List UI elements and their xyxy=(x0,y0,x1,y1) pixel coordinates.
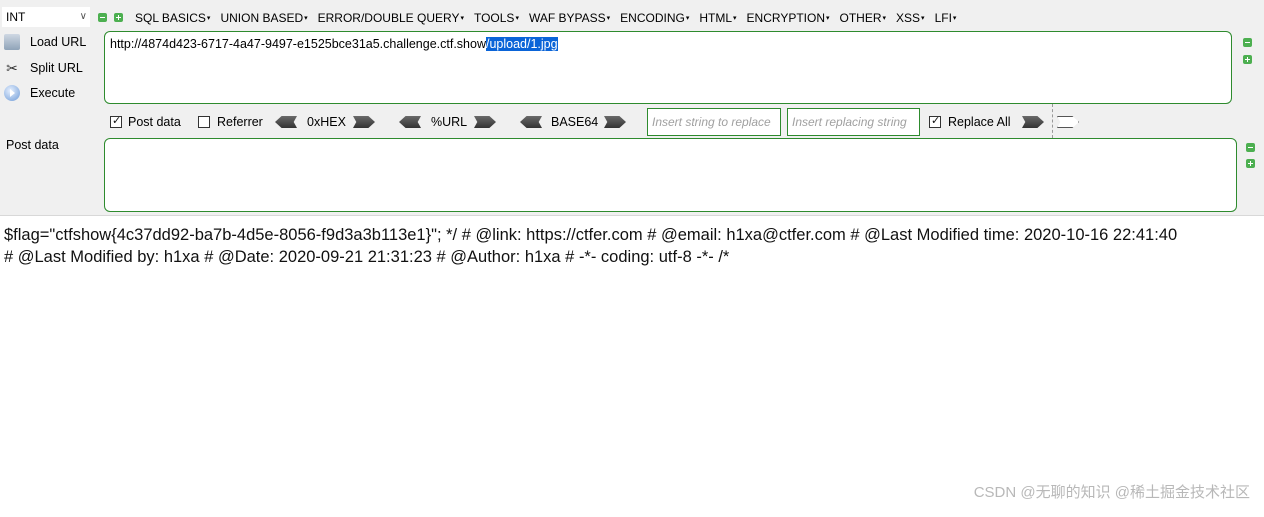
url-shrink-icon[interactable] xyxy=(1243,38,1252,47)
base64-label: BASE64 xyxy=(551,115,599,129)
dropdown-arrow-icon: ▾ xyxy=(304,14,308,22)
url-selected-text: /upload/1.jpg xyxy=(486,37,558,51)
dropdown-arrow-icon: ▾ xyxy=(921,14,925,22)
base64-decode-arrow-icon[interactable] xyxy=(520,116,542,128)
menu-label: ENCODING xyxy=(620,11,685,25)
menu-label: WAF BYPASS xyxy=(528,11,606,25)
page-response-text: $flag="ctfshow{4c37dd92-ba7b-4d5e-8056-f… xyxy=(4,224,1260,268)
referrer-checkbox[interactable] xyxy=(198,116,210,128)
load-url-icon xyxy=(4,34,20,50)
menu-label: LFI xyxy=(934,11,952,25)
play-icon xyxy=(4,85,20,101)
execute-button[interactable]: Execute xyxy=(4,84,75,102)
dropdown-arrow-icon: ▾ xyxy=(882,14,887,22)
dropdown-arrow-icon: ▾ xyxy=(952,14,957,22)
plus-icon[interactable] xyxy=(114,13,123,22)
watermark: CSDN @无聊的知识 @稀土掘金技术社区 xyxy=(973,484,1250,501)
menu-encoding[interactable]: ENCODING▾ xyxy=(615,10,694,26)
url-text: http://4874d423-6717-4a47-9497-e1525bce3… xyxy=(110,37,486,51)
url-input[interactable]: http://4874d423-6717-4a47-9497-e1525bce3… xyxy=(104,31,1232,104)
replace-all-checkbox[interactable] xyxy=(929,114,941,128)
dropdown-arrow-icon: ▾ xyxy=(606,14,611,22)
dropdown-arrow-icon: ▾ xyxy=(685,14,690,22)
menu-lfi[interactable]: LFI▾ xyxy=(930,10,962,26)
menu-other[interactable]: OTHER▾ xyxy=(835,10,892,26)
menu-error-double-query[interactable]: ERROR/DOUBLE QUERY▾ xyxy=(313,10,469,26)
post-data-option-label: Post data xyxy=(128,115,181,129)
hex-decode-arrow-icon[interactable] xyxy=(275,116,297,128)
menu-waf-bypass[interactable]: WAF BYPASS▾ xyxy=(524,10,615,26)
type-select-value: INT xyxy=(6,10,26,24)
menu-label: UNION BASED xyxy=(220,11,304,25)
response-line-2: # @Last Modified by: h1xa # @Date: 2020-… xyxy=(4,248,730,266)
menu-label: TOOLS xyxy=(473,11,515,25)
minus-icon[interactable] xyxy=(98,13,107,22)
dropdown-arrow-icon: ▾ xyxy=(460,14,464,22)
hex-label: 0xHEX xyxy=(307,115,346,129)
url-encoding-label: %URL xyxy=(431,115,468,129)
chevron-down-icon: ∨ xyxy=(79,11,87,22)
base64-encode-arrow-icon[interactable] xyxy=(604,116,626,128)
post-expand-icon[interactable] xyxy=(1246,159,1255,168)
post-data-input[interactable] xyxy=(104,138,1237,212)
menu-union-based[interactable]: UNION BASED▾ xyxy=(215,10,312,26)
menu-label: SQL BASICS xyxy=(135,11,206,25)
dropdown-arrow-icon: ▾ xyxy=(826,14,830,22)
post-data-label: Post data xyxy=(6,138,59,152)
menu-encryption[interactable]: ENCRYPTION▾ xyxy=(742,10,835,26)
menu-sql-basics[interactable]: SQL BASICS▾ xyxy=(130,10,215,26)
menu-label: XSS xyxy=(896,11,921,25)
replace-to-input[interactable]: Insert replacing string xyxy=(787,108,920,136)
menu-label: ENCRYPTION xyxy=(746,11,825,25)
post-shrink-icon[interactable] xyxy=(1246,143,1255,152)
menu-label: HTML xyxy=(699,11,733,25)
response-line-1: $flag="ctfshow{4c37dd92-ba7b-4d5e-8056-f… xyxy=(4,226,1178,244)
url-decode-arrow-icon[interactable] xyxy=(399,116,421,128)
url-encode-arrow-icon[interactable] xyxy=(474,116,496,128)
hex-encode-arrow-icon[interactable] xyxy=(353,116,375,128)
menu-bar: SQL BASICS▾ UNION BASED▾ ERROR/DOUBLE QU… xyxy=(130,10,961,26)
replace-apply-arrow-icon[interactable] xyxy=(1022,116,1044,128)
replace-next-arrow-icon[interactable] xyxy=(1057,116,1079,128)
load-url-label: Load URL xyxy=(30,35,87,49)
url-expand-icon[interactable] xyxy=(1243,55,1252,64)
menu-tools[interactable]: TOOLS▾ xyxy=(469,10,524,26)
referrer-label: Referrer xyxy=(217,115,263,129)
menu-label: ERROR/DOUBLE QUERY xyxy=(317,11,460,25)
dropdown-arrow-icon: ▾ xyxy=(515,14,519,22)
hackbar-toolbar: INT ∨ SQL BASICS▾ UNION BASED▾ ERROR/DOU… xyxy=(0,0,1264,216)
replace-all-label: Replace All xyxy=(948,115,1011,129)
post-data-checkbox[interactable] xyxy=(110,114,122,128)
menu-xss[interactable]: XSS▾ xyxy=(891,10,930,26)
execute-label: Execute xyxy=(30,86,76,100)
dropdown-arrow-icon: ▾ xyxy=(733,14,737,22)
dropdown-arrow-icon: ▾ xyxy=(206,14,211,22)
scissors-icon: ✂ xyxy=(6,60,18,76)
menu-label: OTHER xyxy=(839,11,882,25)
split-url-label: Split URL xyxy=(30,61,83,75)
divider xyxy=(1052,104,1054,138)
menu-html[interactable]: HTML▾ xyxy=(694,10,741,26)
replace-from-input[interactable]: Insert string to replace xyxy=(647,108,781,136)
type-select[interactable]: INT ∨ xyxy=(2,7,90,27)
split-url-button[interactable]: ✂ Split URL xyxy=(4,59,83,77)
load-url-button[interactable]: Load URL xyxy=(4,33,86,51)
